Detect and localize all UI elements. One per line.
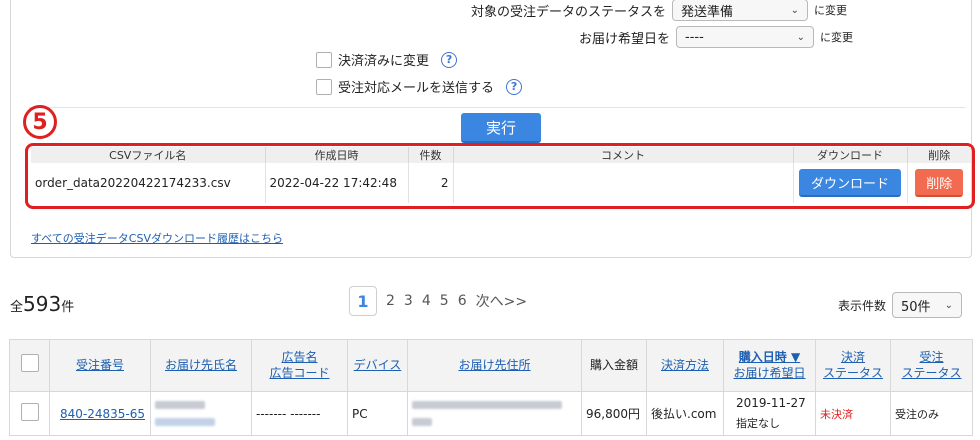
- blurred-name: [155, 401, 205, 409]
- paid-option: 決済済みに変更 ?: [316, 50, 458, 69]
- col-comment: コメント: [453, 147, 794, 163]
- page-link[interactable]: 2: [386, 293, 395, 309]
- delivery-date-suffix: に変更: [820, 31, 854, 44]
- row-select-cell: [9, 391, 50, 436]
- date-cell: 2019-11-27 指定なし: [723, 391, 816, 436]
- delete-button[interactable]: 削除: [915, 169, 964, 197]
- row-checkbox[interactable]: [20, 403, 39, 421]
- page-link[interactable]: 5: [440, 293, 449, 309]
- csv-filename: order_data20220422174233.csv: [31, 163, 266, 203]
- col-purchase-date[interactable]: 購入日時 ▼ お届け希望日: [723, 339, 816, 392]
- csv-comment: [453, 163, 794, 203]
- payment-status-cell: 未決済: [815, 391, 891, 436]
- delivery-date-select[interactable]: ---- ⌄: [676, 26, 815, 48]
- total-count: 全 593 件: [10, 292, 75, 316]
- status-suffix: に変更: [814, 4, 848, 17]
- step-number-badge: 5: [23, 105, 57, 139]
- next-page-link[interactable]: 次へ>>: [476, 291, 527, 311]
- divider: [29, 107, 965, 108]
- purchase-date: 2019-11-27: [736, 396, 806, 411]
- order-number-link[interactable]: 840-24835-65: [60, 407, 145, 421]
- chevron-down-icon: ⌄: [796, 31, 806, 43]
- status-change-row: 対象の受注データのステータスを 発送準備 ⌄ に変更: [471, 0, 847, 21]
- col-download: ダウンロード: [793, 147, 908, 163]
- csv-created: 2022-04-22 17:42:48: [265, 163, 409, 203]
- col-created: 作成日時: [265, 147, 409, 163]
- col-order-status[interactable]: 受注 ステータス: [890, 339, 973, 392]
- paid-label: 決済済みに変更: [338, 54, 430, 69]
- recipient-cell: [150, 391, 252, 436]
- device-cell: PC: [347, 391, 408, 436]
- chevron-down-icon: ⌄: [944, 299, 954, 311]
- col-address[interactable]: お届け先住所: [407, 339, 582, 392]
- select-all-cell: [9, 339, 50, 392]
- col-recipient[interactable]: お届け先氏名: [150, 339, 252, 392]
- table-row: 840-24835-65 ------- ------- PC 96,800円 …: [9, 391, 973, 436]
- help-icon[interactable]: ?: [441, 51, 458, 68]
- status-badge: 未決済: [820, 407, 853, 421]
- page-link[interactable]: 6: [458, 293, 467, 309]
- col-delete: 削除: [907, 147, 971, 163]
- delivery-date-label: お届け希望日を: [579, 31, 671, 47]
- blurred-name: [155, 418, 215, 426]
- amount-cell: 96,800円: [581, 391, 647, 436]
- mail-label: 受注対応メールを送信する: [338, 81, 495, 96]
- col-filename: CSVファイル名: [31, 147, 266, 163]
- per-page-label: 表示件数: [838, 298, 887, 313]
- order-number-cell: 840-24835-65: [49, 391, 151, 436]
- page-link[interactable]: 3: [404, 293, 413, 309]
- download-button[interactable]: ダウンロード: [799, 169, 901, 197]
- col-amount: 購入金額: [581, 339, 647, 392]
- status-change-label: 対象の受注データのステータスを: [471, 4, 667, 20]
- delivery-date: 指定なし: [736, 416, 780, 430]
- blurred-address: [412, 418, 432, 426]
- col-count: 件数: [408, 147, 454, 163]
- csv-history-table: CSVファイル名 作成日時 件数 コメント ダウンロード 削除 order_da…: [31, 147, 971, 203]
- delivery-date-row: お届け希望日を ---- ⌄ に変更: [579, 26, 853, 48]
- csv-count: 2: [408, 163, 454, 203]
- select-all-checkbox[interactable]: [20, 354, 39, 373]
- orders-table: 受注番号 お届け先氏名 広告名 広告コード デバイス お届け先住所 購入金額 決…: [9, 339, 973, 436]
- status-select[interactable]: 発送準備 ⌄: [672, 0, 809, 21]
- ad-cell: ------- -------: [251, 391, 348, 436]
- payment-cell: 後払い.com: [646, 391, 724, 436]
- pagination: 1 2 3 4 5 6 次へ>>: [349, 286, 527, 316]
- per-page-control: 表示件数 50件 ⌄: [838, 292, 963, 318]
- blurred-address: [412, 401, 562, 409]
- csv-history-link[interactable]: すべての受注データCSVダウンロード履歴はこちら: [31, 230, 283, 246]
- page-link[interactable]: 4: [422, 293, 431, 309]
- paid-checkbox[interactable]: [316, 51, 332, 68]
- help-icon[interactable]: ?: [506, 78, 523, 95]
- col-ad[interactable]: 広告名 広告コード: [251, 339, 348, 392]
- chevron-down-icon: ⌄: [790, 4, 800, 16]
- order-status-cell: 受注のみ: [890, 391, 973, 436]
- csv-export-panel: 対象の受注データのステータスを 発送準備 ⌄ に変更 お届け希望日を ---- …: [10, 0, 975, 258]
- page-current[interactable]: 1: [349, 286, 377, 316]
- table-row: order_data20220422174233.csv 2022-04-22 …: [31, 163, 971, 203]
- col-device[interactable]: デバイス: [347, 339, 408, 392]
- col-payment-status[interactable]: 決済 ステータス: [815, 339, 891, 392]
- mail-option: 受注対応メールを送信する ?: [316, 77, 523, 96]
- col-order-no[interactable]: 受注番号: [49, 339, 151, 392]
- col-payment[interactable]: 決済方法: [646, 339, 724, 392]
- mail-checkbox[interactable]: [316, 78, 332, 95]
- run-button[interactable]: 実行: [461, 113, 541, 143]
- address-cell: [407, 391, 582, 436]
- per-page-select[interactable]: 50件 ⌄: [892, 292, 963, 318]
